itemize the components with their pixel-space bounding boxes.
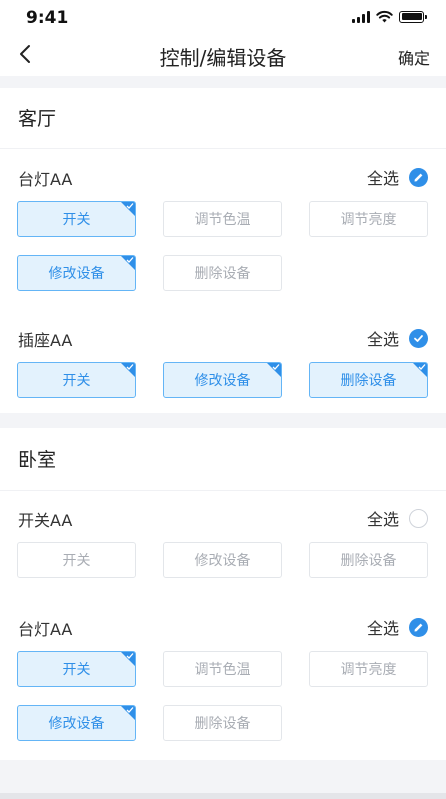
permission-button[interactable]: 调节色温 — [163, 201, 282, 237]
permission-button-label: 调节亮度 — [340, 212, 397, 228]
wifi-icon — [376, 10, 393, 23]
permission-button-label: 调节色温 — [194, 212, 251, 228]
cellular-signal-icon — [352, 10, 370, 23]
select-all-label: 全选 — [366, 619, 399, 638]
permission-button[interactable]: 修改设备 — [163, 362, 282, 398]
permission-button-label: 开关 — [62, 373, 91, 389]
checkmark-icon — [418, 364, 426, 370]
checkmark-icon — [126, 364, 134, 370]
permission-button-label: 修改设备 — [194, 553, 251, 569]
permission-button[interactable]: 删除设备 — [309, 362, 428, 398]
permission-button-label: 调节色温 — [194, 662, 251, 678]
permission-button[interactable]: 修改设备 — [163, 542, 282, 578]
status-bar: 9:41 — [0, 0, 446, 34]
page-title: 控制/编辑设备 — [159, 46, 287, 70]
battery-icon — [399, 10, 427, 23]
empty-circle-icon — [409, 508, 428, 528]
permission-button-label: 调节亮度 — [340, 662, 397, 678]
checkmark-icon — [126, 707, 134, 713]
select-all-toggle[interactable]: 全选 — [367, 165, 428, 189]
permission-button[interactable]: 删除设备 — [309, 542, 428, 578]
device-name: 台灯AA — [18, 620, 73, 639]
device-name: 台灯AA — [18, 170, 73, 189]
checkmark-icon — [272, 364, 280, 370]
permission-button-label: 开关 — [62, 212, 91, 228]
permission-button[interactable]: 开关 — [17, 542, 136, 578]
bottom-divider — [0, 793, 446, 799]
room-divider — [0, 490, 446, 491]
permission-button-label: 修改设备 — [48, 266, 105, 282]
status-time: 9:41 — [26, 8, 69, 28]
device-name: 插座AA — [18, 331, 73, 350]
permission-button[interactable]: 开关 — [17, 362, 136, 398]
permission-button[interactable]: 调节色温 — [163, 651, 282, 687]
room-divider — [0, 148, 446, 149]
permission-button-label: 删除设备 — [194, 266, 251, 282]
permission-button-label: 修改设备 — [194, 373, 251, 389]
permission-button[interactable]: 调节亮度 — [309, 201, 428, 237]
permission-button[interactable]: 调节亮度 — [309, 651, 428, 687]
checkmark-icon — [409, 328, 428, 348]
permission-button[interactable]: 修改设备 — [17, 705, 136, 741]
device-name: 开关AA — [18, 511, 73, 530]
permission-button-label: 开关 — [62, 553, 91, 569]
select-all-toggle[interactable]: 全选 — [367, 506, 428, 530]
room-section-living-room: 客厅 台灯AA 全选 开关 调节色温 调节亮度 修改设备 删除设备 插座AA 全… — [0, 88, 446, 413]
checkmark-icon — [126, 653, 134, 659]
permission-button[interactable]: 修改设备 — [17, 255, 136, 291]
permission-button-label: 删除设备 — [340, 553, 397, 569]
permission-button[interactable]: 开关 — [17, 201, 136, 237]
permission-button-label: 开关 — [62, 662, 91, 678]
select-all-label: 全选 — [366, 169, 399, 188]
pencil-icon — [409, 617, 428, 637]
permission-button-label: 删除设备 — [340, 373, 397, 389]
permission-button[interactable]: 删除设备 — [163, 255, 282, 291]
select-all-toggle[interactable]: 全选 — [367, 615, 428, 639]
room-title: 卧室 — [18, 449, 57, 471]
checkmark-icon — [126, 257, 134, 263]
nav-bar: 控制/编辑设备 确定 — [0, 34, 446, 76]
pencil-icon — [409, 167, 428, 187]
select-all-toggle[interactable]: 全选 — [367, 326, 428, 350]
checkmark-icon — [126, 203, 134, 209]
room-section-bedroom: 卧室 开关AA 全选 开关 修改设备 删除设备 台灯AA 全选 开关 调节色温 — [0, 428, 446, 760]
permission-button-label: 修改设备 — [48, 716, 105, 732]
permission-button[interactable]: 删除设备 — [163, 705, 282, 741]
permission-button[interactable]: 开关 — [17, 651, 136, 687]
select-all-label: 全选 — [366, 510, 399, 529]
permission-button-label: 删除设备 — [194, 716, 251, 732]
confirm-button[interactable]: 确定 — [398, 45, 430, 69]
room-title: 客厅 — [18, 108, 57, 130]
select-all-label: 全选 — [366, 330, 399, 349]
status-icons — [352, 10, 427, 23]
